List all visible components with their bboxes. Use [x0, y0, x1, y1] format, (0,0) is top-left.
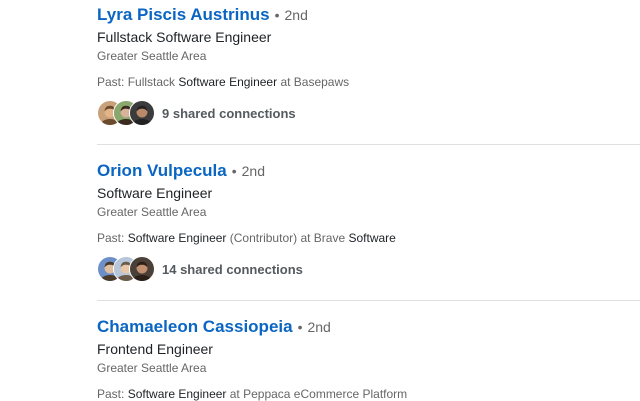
past-highlight: Software Engineer	[127, 231, 227, 245]
past-highlight: Software Engineer	[178, 75, 278, 89]
shared-connections: 9 shared connections	[97, 100, 640, 126]
name-line: Lyra Piscis Austrinus • 2nd	[97, 5, 640, 25]
bullet-separator: •	[297, 319, 303, 335]
profile-headline: Fullstack Software Engineer	[97, 29, 272, 45]
name-line: Chamaeleon Cassiopeia • 2nd	[97, 317, 640, 337]
profile-name-link[interactable]: Lyra Piscis Austrinus	[97, 5, 270, 25]
past-highlight: Software Engineer	[127, 387, 227, 401]
result-divider	[97, 144, 640, 145]
person-icon	[130, 257, 154, 281]
avatar	[129, 256, 155, 282]
bullet-separator: •	[274, 7, 280, 23]
profile-location: Greater Seattle Area	[97, 361, 207, 375]
connection-degree: 2nd	[241, 163, 265, 179]
past-prefix: Past:	[97, 75, 128, 89]
past-position: Past: Software Engineer at Peppaca eComm…	[97, 387, 640, 401]
past-position: Past: Software Engineer (Contributor) at…	[97, 231, 640, 245]
profile-location: Greater Seattle Area	[97, 49, 207, 63]
past-position: Past: Fullstack Software Engineer at Bas…	[97, 75, 640, 89]
shared-connections-link[interactable]: 14 shared connections	[162, 262, 303, 277]
past-highlight: Software	[348, 231, 396, 245]
person-icon	[130, 101, 154, 125]
name-line: Orion Vulpecula • 2nd	[97, 161, 640, 181]
search-result: Orion Vulpecula • 2nd Software Engineer …	[97, 161, 640, 282]
past-text: Fullstack	[127, 75, 179, 89]
past-text: at Peppaca eCommerce Platform	[226, 387, 408, 401]
profile-name-link[interactable]: Chamaeleon Cassiopeia	[97, 317, 293, 337]
shared-connections: 14 shared connections	[97, 256, 640, 282]
shared-connection-avatars[interactable]	[97, 256, 155, 282]
past-prefix: Past:	[97, 231, 128, 245]
search-result: Lyra Piscis Austrinus • 2nd Fullstack So…	[97, 5, 640, 126]
profile-headline: Software Engineer	[97, 185, 213, 201]
profile-name-link[interactable]: Orion Vulpecula	[97, 161, 227, 181]
shared-connections-link[interactable]: 9 shared connections	[162, 106, 296, 121]
avatar	[129, 100, 155, 126]
profile-headline: Frontend Engineer	[97, 341, 213, 357]
result-divider	[97, 300, 640, 301]
past-text: (Contributor) at Brave	[226, 231, 349, 245]
search-result: Chamaeleon Cassiopeia • 2nd Frontend Eng…	[97, 317, 640, 401]
connection-degree: 2nd	[284, 7, 308, 23]
profile-location: Greater Seattle Area	[97, 205, 207, 219]
past-prefix: Past:	[97, 387, 128, 401]
past-text: at Basepaws	[277, 75, 350, 89]
bullet-separator: •	[231, 163, 237, 179]
connection-degree: 2nd	[307, 319, 331, 335]
shared-connection-avatars[interactable]	[97, 100, 155, 126]
